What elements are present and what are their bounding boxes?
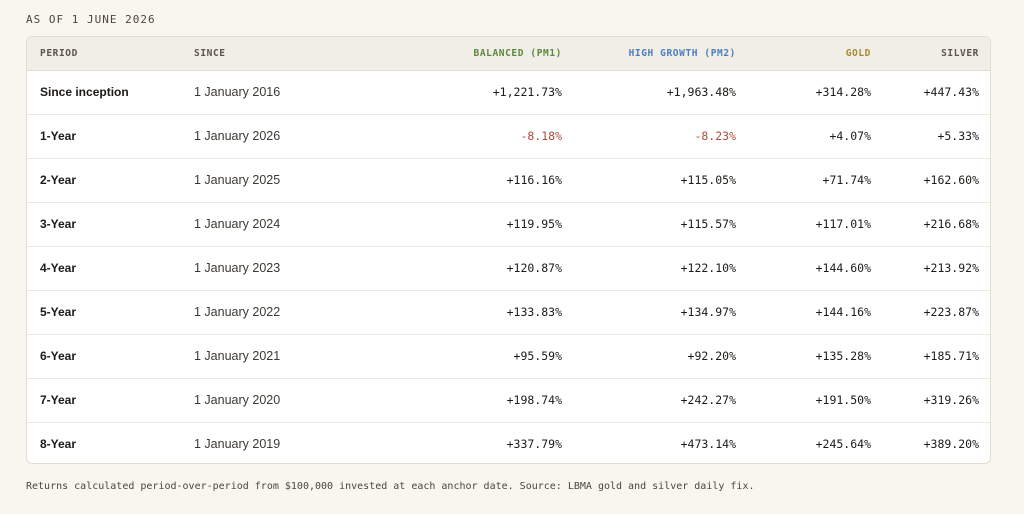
header-balanced[interactable]: BALANCED (PM1) bbox=[341, 37, 575, 71]
cell-period: 8-Year bbox=[27, 421, 181, 463]
cell-high-growth: -8.23% bbox=[575, 113, 749, 158]
header-gold[interactable]: GOLD bbox=[749, 37, 884, 71]
cell-gold: +314.28% bbox=[815, 85, 871, 99]
table-row: Since inception 1 January 2016 +1,221.73% +… bbox=[27, 70, 990, 114]
cell-since: 1 January 2019 bbox=[181, 421, 341, 463]
cell-silver: +223.87% bbox=[884, 289, 990, 334]
cell-silver: +5.33% bbox=[884, 113, 990, 158]
cell-silver: +185.71% bbox=[884, 333, 990, 378]
cell-balanced: +1,221.73% bbox=[492, 85, 562, 99]
cell-gold: +117.01% bbox=[749, 201, 884, 246]
header-since[interactable]: SINCE bbox=[181, 37, 341, 71]
cell-period: 6-Year bbox=[27, 333, 181, 378]
cell-gold: +135.28% bbox=[749, 333, 884, 378]
cell-period: 5-Year bbox=[27, 289, 181, 334]
cell-high-growth: +92.20% bbox=[575, 333, 749, 378]
cell-period: 1-Year bbox=[27, 113, 181, 158]
cell-since: 1 January 2024 bbox=[181, 201, 341, 246]
table-header-row: PERIOD SINCE BALANCED (PM1) HIGH GROWTH … bbox=[27, 37, 990, 71]
cell-period: 7-Year bbox=[27, 377, 181, 422]
table-row: 8-Year 1 January 2019 +337.79% +473.14% +245… bbox=[27, 421, 990, 463]
cell-balanced: +119.95% bbox=[341, 201, 575, 246]
cell-silver: +319.26% bbox=[884, 377, 990, 422]
cell-gold: +144.16% bbox=[749, 289, 884, 334]
cell-high-growth: +1,963.48% bbox=[666, 85, 736, 99]
cell-since: 1 January 2023 bbox=[181, 245, 341, 290]
table-row: 3-Year 1 January 2024 +119.95% +115.57% +117… bbox=[27, 201, 990, 246]
cell-period: Since inception bbox=[40, 85, 129, 99]
cell-silver: +162.60% bbox=[884, 157, 990, 202]
cell-high-growth: +115.05% bbox=[575, 157, 749, 202]
table-row: 7-Year 1 January 2020 +198.74% +242.27% +191… bbox=[27, 377, 990, 422]
cell-period: 3-Year bbox=[27, 201, 181, 246]
cell-high-growth: +115.57% bbox=[575, 201, 749, 246]
returns-table-card: PERIOD SINCE BALANCED (PM1) HIGH GROWTH … bbox=[26, 36, 991, 464]
cell-period: 4-Year bbox=[27, 245, 181, 290]
cell-since: 1 January 2025 bbox=[181, 157, 341, 202]
header-period[interactable]: PERIOD bbox=[27, 37, 181, 71]
cell-high-growth: +122.10% bbox=[575, 245, 749, 290]
cell-gold: +191.50% bbox=[749, 377, 884, 422]
table-row: 4-Year 1 January 2023 +120.87% +122.10% +144… bbox=[27, 245, 990, 290]
cell-since: 1 January 2021 bbox=[181, 333, 341, 378]
as-of-date: AS OF 1 JUNE 2026 bbox=[26, 13, 156, 26]
table-row: 6-Year 1 January 2021 +95.59% +92.20% +135.2… bbox=[27, 333, 990, 378]
table-row: 5-Year 1 January 2022 +133.83% +134.97% +144… bbox=[27, 289, 990, 334]
header-silver[interactable]: SILVER bbox=[884, 37, 990, 71]
cell-balanced: +95.59% bbox=[341, 333, 575, 378]
cell-silver: +447.43% bbox=[923, 85, 979, 99]
cell-high-growth: +473.14% bbox=[575, 421, 749, 463]
cell-since: 1 January 2020 bbox=[181, 377, 341, 422]
cell-since: 1 January 2026 bbox=[181, 113, 341, 158]
cell-balanced: +198.74% bbox=[341, 377, 575, 422]
cell-period: 2-Year bbox=[27, 157, 181, 202]
cell-gold: +4.07% bbox=[749, 113, 884, 158]
cell-silver: +213.92% bbox=[884, 245, 990, 290]
footnote: Returns calculated period-over-period fr… bbox=[26, 481, 755, 492]
cell-balanced: +337.79% bbox=[341, 421, 575, 463]
table-row: 1-Year 1 January 2026 -8.18% -8.23% +4.07% +5… bbox=[27, 113, 990, 158]
cell-gold: +71.74% bbox=[749, 157, 884, 202]
cell-balanced: +116.16% bbox=[341, 157, 575, 202]
cell-high-growth: +134.97% bbox=[575, 289, 749, 334]
cell-since: 1 January 2022 bbox=[181, 289, 341, 334]
cell-gold: +144.60% bbox=[749, 245, 884, 290]
cell-high-growth: +242.27% bbox=[575, 377, 749, 422]
cell-gold: +245.64% bbox=[749, 421, 884, 463]
table-body: Since inception 1 January 2016 +1,221.73% +… bbox=[27, 70, 990, 463]
header-high-growth[interactable]: HIGH GROWTH (PM2) bbox=[575, 37, 749, 71]
table-row: 2-Year 1 January 2025 +116.16% +115.05% +71.… bbox=[27, 157, 990, 202]
cell-silver: +216.68% bbox=[884, 201, 990, 246]
cell-silver: +389.20% bbox=[884, 421, 990, 463]
cell-balanced: +120.87% bbox=[341, 245, 575, 290]
returns-table: PERIOD SINCE BALANCED (PM1) HIGH GROWTH … bbox=[27, 37, 990, 463]
cell-balanced: -8.18% bbox=[341, 113, 575, 158]
cell-since: 1 January 2016 bbox=[194, 85, 281, 99]
cell-balanced: +133.83% bbox=[341, 289, 575, 334]
